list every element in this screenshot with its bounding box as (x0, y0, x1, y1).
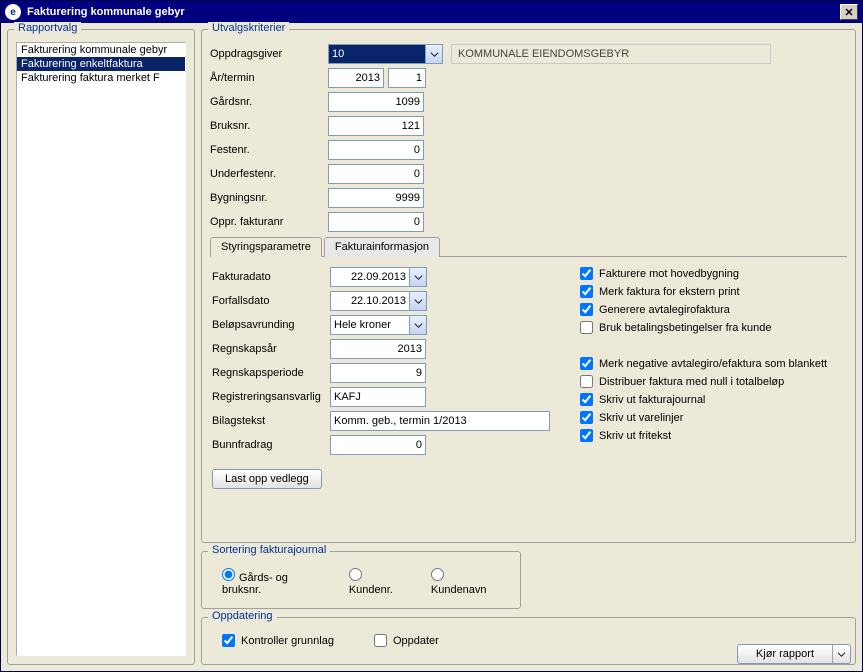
tab-parameters[interactable]: Styringsparametre (210, 237, 322, 257)
belop-label: Beløpsavrunding (212, 319, 330, 331)
radio-kundenavn[interactable]: Kundenavn (431, 568, 500, 596)
run-report-label: Kjør rapport (738, 645, 832, 663)
check-kontroller[interactable]: Kontroller grunnlag (222, 634, 334, 647)
update-legend: Oppdatering (208, 610, 277, 622)
check-varelinjer[interactable] (580, 411, 593, 424)
belop-input[interactable] (331, 316, 409, 334)
check-ekstern-print[interactable] (580, 285, 593, 298)
check-label: Generere avtalegirofaktura (599, 304, 730, 316)
chevron-down-icon[interactable] (409, 316, 426, 334)
check-label: Skriv ut fritekst (599, 430, 671, 442)
chevron-down-icon[interactable] (425, 45, 442, 63)
regnper-label: Regnskapsperiode (212, 367, 330, 379)
check-label: Fakturere mot hovedbygning (599, 268, 739, 280)
check-oppdater[interactable]: Oppdater (374, 634, 439, 647)
sort-legend: Sortering fakturajournal (208, 544, 330, 556)
fakturadato-label: Fakturadato (212, 271, 330, 283)
window-title: Fakturering kommunale gebyr (27, 6, 840, 18)
run-report-button[interactable]: Kjør rapport (737, 644, 851, 664)
radio-kundenr[interactable]: Kundenr. (349, 568, 407, 596)
chevron-down-icon[interactable] (409, 268, 426, 286)
oppr-input[interactable] (328, 212, 424, 232)
check-label: Oppdater (393, 635, 439, 647)
check-label: Skriv ut varelinjer (599, 412, 683, 424)
regnar-label: Regnskapsår (212, 343, 330, 355)
check-label: Bruk betalingsbetingelser fra kunde (599, 322, 771, 334)
check-avtalegiro[interactable] (580, 303, 593, 316)
belop-combo[interactable] (330, 315, 427, 335)
regnar-input[interactable] (330, 339, 426, 359)
check-fakturajournal[interactable] (580, 393, 593, 406)
chevron-down-icon[interactable] (832, 645, 850, 663)
list-item[interactable]: Fakturering kommunale gebyr (17, 43, 185, 57)
feste-input[interactable] (328, 140, 424, 160)
oppdragsgiver-input[interactable] (329, 45, 425, 63)
fakturadato-combo[interactable] (330, 267, 427, 287)
fakturadato-input[interactable] (331, 268, 409, 286)
under-input[interactable] (328, 164, 424, 184)
close-icon: ✕ (844, 6, 853, 19)
bunn-label: Bunnfradrag (212, 439, 330, 451)
bunn-input[interactable] (330, 435, 426, 455)
under-label: Underfestenr. (210, 168, 328, 180)
feste-label: Festenr. (210, 144, 328, 156)
byg-input[interactable] (328, 188, 424, 208)
check-label: Kontroller grunnlag (241, 635, 334, 647)
sidebar-legend: Rapportvalg (14, 22, 81, 34)
termin-input[interactable] (388, 68, 426, 88)
check-label: Skriv ut fakturajournal (599, 394, 705, 406)
check-fritekst[interactable] (580, 429, 593, 442)
oppr-label: Oppr. fakturanr (210, 216, 328, 228)
check-label: Distribuer faktura med null i totalbeløp (599, 376, 784, 388)
report-listbox[interactable]: Fakturering kommunale gebyr Fakturering … (16, 42, 186, 656)
list-item[interactable]: Fakturering faktura merket F (17, 71, 185, 85)
ar-input[interactable] (328, 68, 384, 88)
oppdragsgiver-desc: KOMMUNALE EIENDOMSGEBYR (451, 44, 771, 64)
criteria-legend: Utvalgskriterier (208, 22, 289, 34)
bilag-label: Bilagstekst (212, 415, 330, 427)
bruk-input[interactable] (328, 116, 424, 136)
title-bar: e Fakturering kommunale gebyr ✕ (1, 1, 862, 23)
chevron-down-icon[interactable] (409, 292, 426, 310)
byg-label: Bygningsnr. (210, 192, 328, 204)
oppdragsgiver-combo[interactable] (328, 44, 443, 64)
ar-label: År/termin (210, 72, 328, 84)
forfall-label: Forfallsdato (212, 295, 330, 307)
check-betalingsbetingelser[interactable] (580, 321, 593, 334)
check-negative-blankett[interactable] (580, 357, 593, 370)
oppdragsgiver-label: Oppdragsgiver (210, 48, 328, 60)
check-null-total[interactable] (580, 375, 593, 388)
check-label: Merk faktura for ekstern print (599, 286, 740, 298)
upload-attachment-label: Last opp vedlegg (225, 473, 309, 485)
upload-attachment-button[interactable]: Last opp vedlegg (212, 469, 322, 489)
close-button[interactable]: ✕ (840, 4, 858, 20)
regnper-input[interactable] (330, 363, 426, 383)
forfall-input[interactable] (331, 292, 409, 310)
regansv-label: Registreringsansvarlig (212, 391, 330, 403)
check-label: Merk negative avtalegiro/efaktura som bl… (599, 358, 827, 370)
bruk-label: Bruksnr. (210, 120, 328, 132)
app-icon: e (5, 4, 21, 20)
regansv-input[interactable] (330, 387, 426, 407)
forfall-combo[interactable] (330, 291, 427, 311)
radio-label: Kundenr. (349, 584, 393, 596)
radio-label: Kundenavn (431, 584, 487, 596)
list-item[interactable]: Fakturering enkeltfaktura (17, 57, 185, 71)
tab-invoiceinfo[interactable]: Fakturainformasjon (324, 237, 440, 257)
check-hovedbygning[interactable] (580, 267, 593, 280)
bilag-input[interactable] (330, 411, 550, 431)
radio-gardbruk[interactable]: Gårds- og bruksnr. (222, 568, 325, 596)
gard-input[interactable] (328, 92, 424, 112)
gard-label: Gårdsnr. (210, 96, 328, 108)
